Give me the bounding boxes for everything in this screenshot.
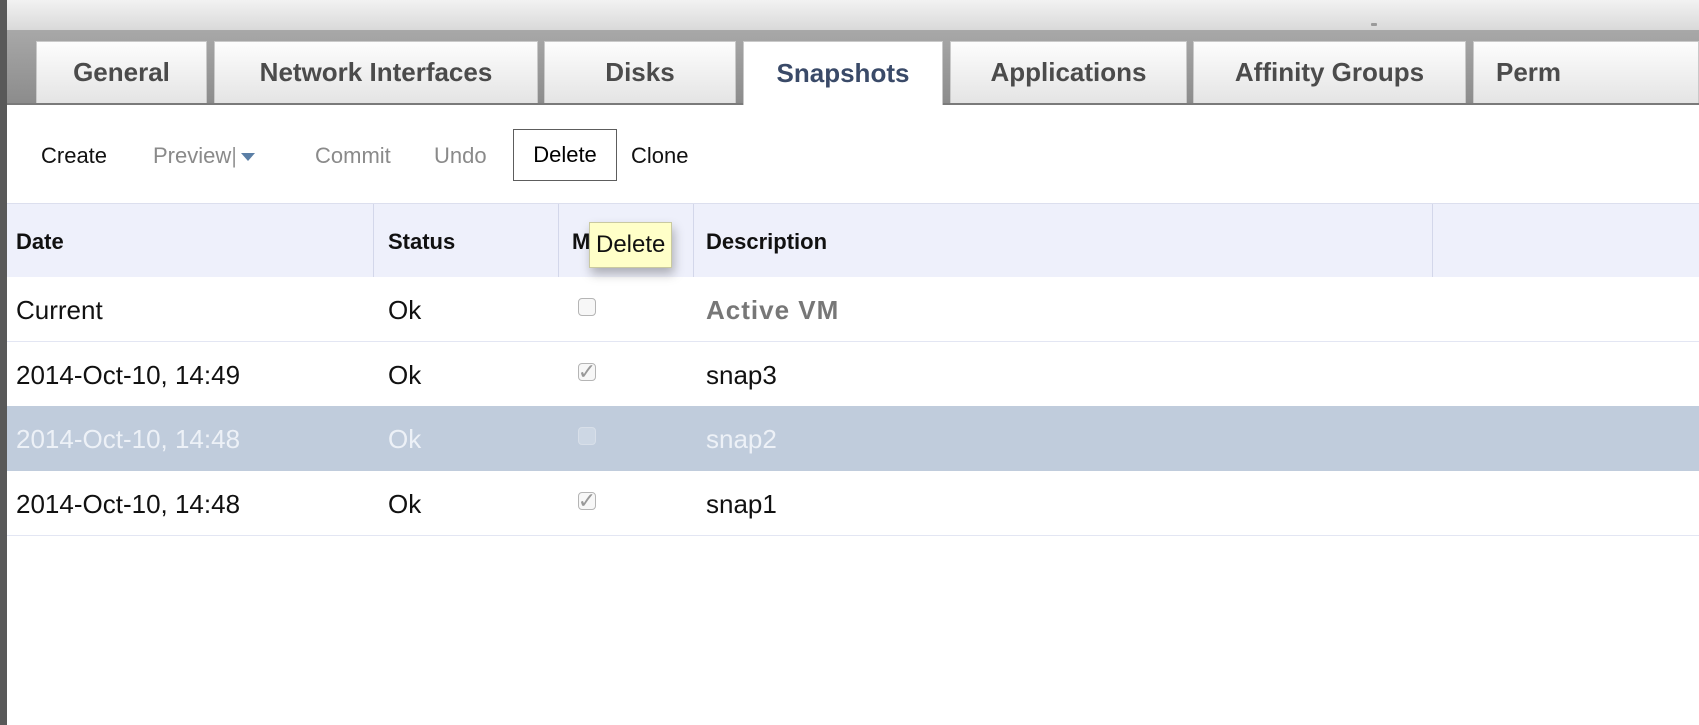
description-cell: snap2 [706, 424, 777, 454]
tab-applications[interactable]: Applications [950, 41, 1187, 103]
column-divider[interactable] [558, 204, 559, 277]
memory-checkbox [578, 427, 596, 445]
checkmark-icon: ✓ [577, 359, 597, 384]
column-divider[interactable] [373, 204, 374, 277]
column-header-date[interactable]: Date [16, 229, 64, 255]
tab-snapshots[interactable]: Snapshots [743, 41, 943, 105]
column-divider[interactable] [1432, 204, 1433, 277]
checkmark-icon: ✓ [577, 488, 597, 513]
delete-button[interactable]: Delete [513, 129, 617, 181]
commit-button[interactable]: Commit [315, 143, 391, 169]
tab-general[interactable]: General [36, 41, 207, 103]
column-divider[interactable] [693, 204, 694, 277]
splitter-handle[interactable] [1371, 23, 1377, 26]
memory-checkbox [578, 298, 596, 316]
column-header-status[interactable]: Status [388, 229, 455, 255]
table-row[interactable]: 2014-Oct-10, 14:48 Ok ✓ snap1 [7, 471, 1699, 536]
date-cell: 2014-Oct-10, 14:48 [16, 424, 241, 454]
table-row-selected[interactable]: 2014-Oct-10, 14:48 Ok snap2 [7, 406, 1699, 471]
tab-permissions[interactable]: Perm [1473, 41, 1699, 103]
tab-affinity-groups[interactable]: Affinity Groups [1193, 41, 1466, 103]
memory-checkbox: ✓ [577, 488, 597, 513]
date-cell: Current [16, 295, 103, 325]
status-cell: Ok [388, 489, 422, 519]
window-left-border [0, 0, 7, 725]
status-cell: Ok [388, 295, 422, 325]
clone-button[interactable]: Clone [631, 143, 688, 169]
date-cell: 2014-Oct-10, 14:48 [16, 489, 241, 519]
status-cell: Ok [388, 360, 422, 390]
memory-checkbox: ✓ [577, 359, 597, 384]
preview-separator: | [231, 143, 237, 168]
tab-network-interfaces[interactable]: Network Interfaces [214, 41, 538, 103]
description-cell: snap1 [706, 489, 777, 519]
column-header-description[interactable]: Description [706, 229, 827, 255]
delete-tooltip: Delete [589, 222, 673, 268]
tab-disks[interactable]: Disks [544, 41, 736, 103]
undo-button[interactable]: Undo [434, 143, 487, 169]
table-row[interactable]: 2014-Oct-10, 14:49 Ok ✓ snap3 [7, 342, 1699, 407]
chevron-down-icon[interactable] [240, 153, 255, 162]
table-row[interactable]: Current Ok Active VM [7, 277, 1699, 342]
create-button[interactable]: Create [41, 143, 107, 169]
snapshot-toolbar: Create Preview| Commit Undo Delete Clone [7, 105, 1699, 203]
status-cell: Ok [388, 424, 422, 454]
snapshots-grid-header: Date Status M Description [7, 203, 1699, 278]
column-header-memory[interactable]: M [572, 229, 590, 255]
description-cell: Active VM [706, 295, 840, 325]
date-cell: 2014-Oct-10, 14:49 [16, 360, 241, 390]
preview-button-label: Preview [153, 143, 232, 168]
top-panel-splitter[interactable] [7, 0, 1699, 31]
subtab-bar: General Network Interfaces Disks Snapsho… [7, 30, 1699, 105]
preview-button[interactable]: Preview| [153, 143, 255, 169]
description-cell: snap3 [706, 360, 777, 390]
